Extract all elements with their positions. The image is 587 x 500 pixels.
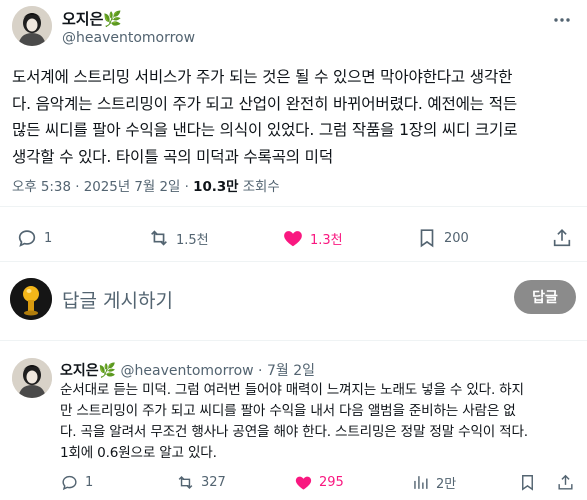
reply-author-name[interactable]: 오지은 bbox=[60, 363, 99, 379]
share-icon bbox=[553, 229, 571, 247]
views-chart-icon bbox=[414, 476, 428, 489]
reply-input[interactable]: 답글 게시하기 bbox=[62, 286, 173, 313]
reply-header: 오지은🌿 @heaventomorrow · 7월 2일 bbox=[60, 360, 315, 380]
author-handle[interactable]: @heaventomorrow bbox=[62, 30, 195, 46]
more-options-icon[interactable] bbox=[548, 6, 576, 34]
reply-like-action[interactable]: 295 bbox=[294, 473, 344, 492]
reply-author-avatar[interactable] bbox=[12, 358, 52, 398]
reply-bookmark-action[interactable] bbox=[518, 473, 537, 492]
reply-author-handle[interactable]: @heaventomorrow bbox=[121, 363, 254, 379]
plant-badge-icon: 🌿 bbox=[98, 363, 117, 379]
reply-views-action[interactable]: 2만 bbox=[411, 473, 456, 492]
post-text-line: 많든 씨디를 팔아 수익을 낸다는 의식이 있었다. 그럼 작품을 1장의 씨디… bbox=[12, 121, 518, 139]
repost-count: 1.5천 bbox=[176, 232, 209, 248]
reply-view-count: 2만 bbox=[436, 477, 457, 492]
bookmark-action[interactable]: 200 bbox=[416, 227, 469, 249]
view-count-label: 조회수 bbox=[238, 180, 280, 195]
author-avatar[interactable] bbox=[12, 6, 52, 46]
reply-action[interactable]: 1 bbox=[16, 227, 52, 249]
meta-separator: · bbox=[70, 180, 84, 195]
meta-separator: · bbox=[253, 363, 267, 379]
post-date[interactable]: 2025년 7월 2일 bbox=[84, 180, 181, 195]
reply-date[interactable]: 7월 2일 bbox=[267, 363, 315, 379]
reply-text-line: 순서대로 듣는 미덕. 그럼 여러번 들어야 매력이 느껴지는 노래도 넣을 수… bbox=[60, 382, 524, 398]
reply-share-action[interactable] bbox=[556, 473, 575, 492]
post-meta: 오후 5:38 · 2025년 7월 2일 · 10.3만 조회수 bbox=[12, 175, 280, 195]
share-action[interactable] bbox=[551, 227, 573, 249]
reply-text-line: 1회에 0.6원으로 알고 있다. bbox=[60, 445, 217, 461]
plant-badge-icon: 🌿 bbox=[103, 10, 123, 28]
reply-text: 순서대로 듣는 미덕. 그럼 여러번 들어야 매력이 느껴지는 노래도 넣을 수… bbox=[60, 380, 580, 464]
reply-like-count: 295 bbox=[319, 475, 344, 490]
heart-filled-icon bbox=[295, 476, 312, 490]
share-icon bbox=[558, 474, 573, 490]
bookmark-icon bbox=[420, 229, 434, 248]
heart-filled-icon bbox=[284, 231, 302, 247]
divider bbox=[0, 206, 587, 207]
like-action[interactable]: 1.3천 bbox=[282, 227, 343, 249]
reply-text-line: 만 스트리밍이 주가 되고 씨디를 팔아 수익을 내서 다음 앨범을 준비하는 … bbox=[60, 403, 516, 419]
post-time[interactable]: 오후 5:38 bbox=[12, 180, 71, 195]
like-count: 1.3천 bbox=[310, 232, 343, 248]
reply-repost-count: 327 bbox=[201, 475, 226, 490]
author-name-text: 오지은 bbox=[62, 10, 104, 28]
reply-text-line: 다. 곡을 알려서 무조건 행사나 공연을 해야 한다. 스트리밍은 정말 정말… bbox=[60, 424, 528, 440]
bookmark-icon bbox=[522, 475, 533, 491]
reply-icon bbox=[18, 230, 36, 247]
reply-count: 1 bbox=[44, 230, 53, 246]
repost-action[interactable]: 1.5천 bbox=[148, 227, 209, 249]
divider bbox=[0, 340, 587, 341]
reply-submit-button[interactable]: 답글 bbox=[514, 280, 576, 314]
reply-reply-action[interactable]: 1 bbox=[60, 473, 93, 492]
reply-reply-count: 1 bbox=[85, 475, 94, 490]
current-user-avatar[interactable] bbox=[10, 278, 52, 320]
author-name[interactable]: 오지은🌿 bbox=[62, 8, 122, 29]
reply-repost-action[interactable]: 327 bbox=[176, 473, 226, 492]
post-text-line: 다. 음악계는 스트리밍이 주가 되고 산업이 완전히 바뀌어버렸다. 예전에는… bbox=[12, 94, 518, 113]
view-count: 10.3만 bbox=[193, 180, 239, 195]
divider bbox=[0, 261, 587, 262]
post-text: 도서계에 스트리밍 서비스가 주가 되는 것은 될 수 있으면 막아야한다고 생… bbox=[12, 64, 578, 170]
meta-separator: · bbox=[180, 180, 194, 195]
reply-icon bbox=[62, 475, 77, 491]
post-text-line: 도서계에 스트리밍 서비스가 주가 되는 것은 될 수 있으면 막아야한다고 생… bbox=[12, 68, 513, 86]
repost-icon bbox=[178, 475, 193, 490]
repost-icon bbox=[151, 230, 167, 246]
bookmark-count: 200 bbox=[444, 230, 469, 246]
post-text-line: 생각할 수 있다. 타이틀 곡의 미덕과 수록곡의 미덕 bbox=[12, 147, 333, 166]
